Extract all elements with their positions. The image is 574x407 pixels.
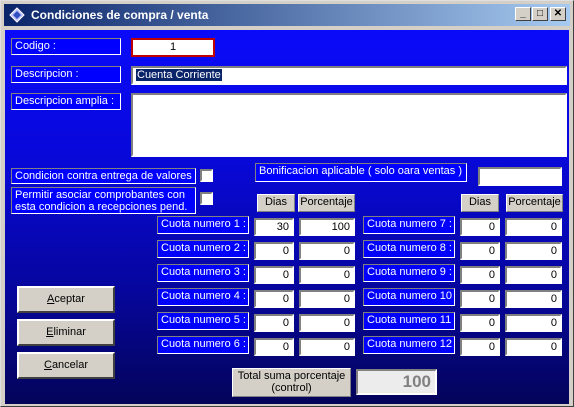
cuota-porcentaje-field[interactable]: 0: [299, 266, 355, 284]
cuota-porcentaje-field[interactable]: 0: [505, 290, 562, 308]
cuota-label: Cuota numero 10 :: [363, 288, 455, 306]
cuota-porcentaje-field[interactable]: 0: [505, 218, 562, 236]
form-body: Codigo : 1 Descripcion : Cuenta Corrient…: [5, 30, 569, 404]
maximize-button[interactable]: □: [532, 7, 548, 21]
cuota-label: Cuota numero 1 :: [157, 216, 249, 234]
cuota-dias-field[interactable]: 0: [254, 314, 294, 332]
contra-entrega-label: Condicion contra entrega de valores :: [11, 168, 196, 184]
cuota-porcentaje-field[interactable]: 0: [505, 314, 562, 332]
descripcion-label: Descripcion :: [11, 66, 121, 83]
descripcion-amplia-field[interactable]: [131, 93, 567, 157]
cuota-label: Cuota numero 3 :: [157, 264, 249, 282]
cuota-dias-field[interactable]: 0: [254, 290, 294, 308]
title-bar[interactable]: Condiciones de compra / venta _ □ ✕: [4, 4, 570, 26]
cuota-label: Cuota numero 8 :: [363, 240, 455, 258]
cuota-label: Cuota numero 11 :: [363, 312, 455, 330]
cancelar-mnemonic: C: [43, 359, 52, 371]
cuota-porcentaje-field[interactable]: 100: [299, 218, 355, 236]
cuota-porcentaje-field[interactable]: 0: [299, 314, 355, 332]
contra-entrega-checkbox[interactable]: [200, 169, 213, 182]
porcentaje-header-right: Porcentaje: [506, 194, 563, 212]
cuota-label: Cuota numero 5 :: [157, 312, 249, 330]
descripcion-value: Cuenta Corriente: [136, 69, 222, 81]
cuota-label: Cuota numero 7 :: [363, 216, 455, 234]
total-value: 100: [356, 369, 437, 395]
porcentaje-header-left: Porcentaje: [298, 194, 355, 212]
eliminar-label: liminar: [53, 326, 86, 338]
cuota-porcentaje-field[interactable]: 0: [505, 266, 562, 284]
cuota-dias-field[interactable]: 0: [460, 338, 500, 356]
minimize-button[interactable]: _: [515, 7, 531, 21]
cancelar-label: ancelar: [51, 359, 89, 371]
eliminar-button[interactable]: Eliminar: [17, 319, 115, 346]
app-window: Condiciones de compra / venta _ □ ✕ Codi…: [0, 0, 574, 407]
descripcion-amplia-label: Descripcion amplia :: [11, 93, 121, 110]
cuota-dias-field[interactable]: 0: [460, 266, 500, 284]
cuota-porcentaje-field[interactable]: 0: [505, 338, 562, 356]
aceptar-label: ceptar: [54, 293, 85, 305]
cuota-porcentaje-field[interactable]: 0: [299, 290, 355, 308]
cuota-label: Cuota numero 2 :: [157, 240, 249, 258]
cuota-label: Cuota numero 9 :: [363, 264, 455, 282]
cuota-dias-field[interactable]: 0: [254, 242, 294, 260]
cuota-label: Cuota numero 12 :: [363, 336, 455, 354]
descripcion-field[interactable]: Cuenta Corriente: [131, 66, 567, 85]
cuota-porcentaje-field[interactable]: 0: [505, 242, 562, 260]
bonificacion-label: Bonificacion aplicable ( solo oara venta…: [255, 163, 467, 182]
window-title: Condiciones de compra / venta: [31, 8, 209, 22]
dias-header-left: Dias: [257, 194, 295, 212]
codigo-label: Codigo :: [11, 38, 121, 55]
cancelar-button[interactable]: Cancelar: [17, 352, 115, 379]
cuota-porcentaje-field[interactable]: 0: [299, 338, 355, 356]
cuota-dias-field[interactable]: 0: [460, 218, 500, 236]
dias-header-right: Dias: [461, 194, 499, 212]
app-icon: [9, 7, 25, 23]
codigo-field[interactable]: 1: [131, 38, 215, 57]
permitir-asociar-checkbox[interactable]: [200, 192, 213, 205]
total-label: Total suma porcentaje (control): [232, 368, 351, 397]
cuota-dias-field[interactable]: 0: [254, 338, 294, 356]
cuota-dias-field[interactable]: 0: [254, 266, 294, 284]
cuota-dias-field[interactable]: 30: [254, 218, 294, 236]
aceptar-button[interactable]: Aceptar: [17, 286, 115, 313]
cuota-dias-field[interactable]: 0: [460, 290, 500, 308]
permitir-asociar-label: Permitir asociar comprobantes con esta c…: [11, 187, 196, 214]
cuota-label: Cuota numero 6 :: [157, 336, 249, 354]
cuota-dias-field[interactable]: 0: [460, 242, 500, 260]
cuota-label: Cuota numero 4 :: [157, 288, 249, 306]
bonificacion-field[interactable]: [478, 167, 562, 186]
cuota-dias-field[interactable]: 0: [460, 314, 500, 332]
cuota-porcentaje-field[interactable]: 0: [299, 242, 355, 260]
close-button[interactable]: ✕: [550, 7, 566, 21]
